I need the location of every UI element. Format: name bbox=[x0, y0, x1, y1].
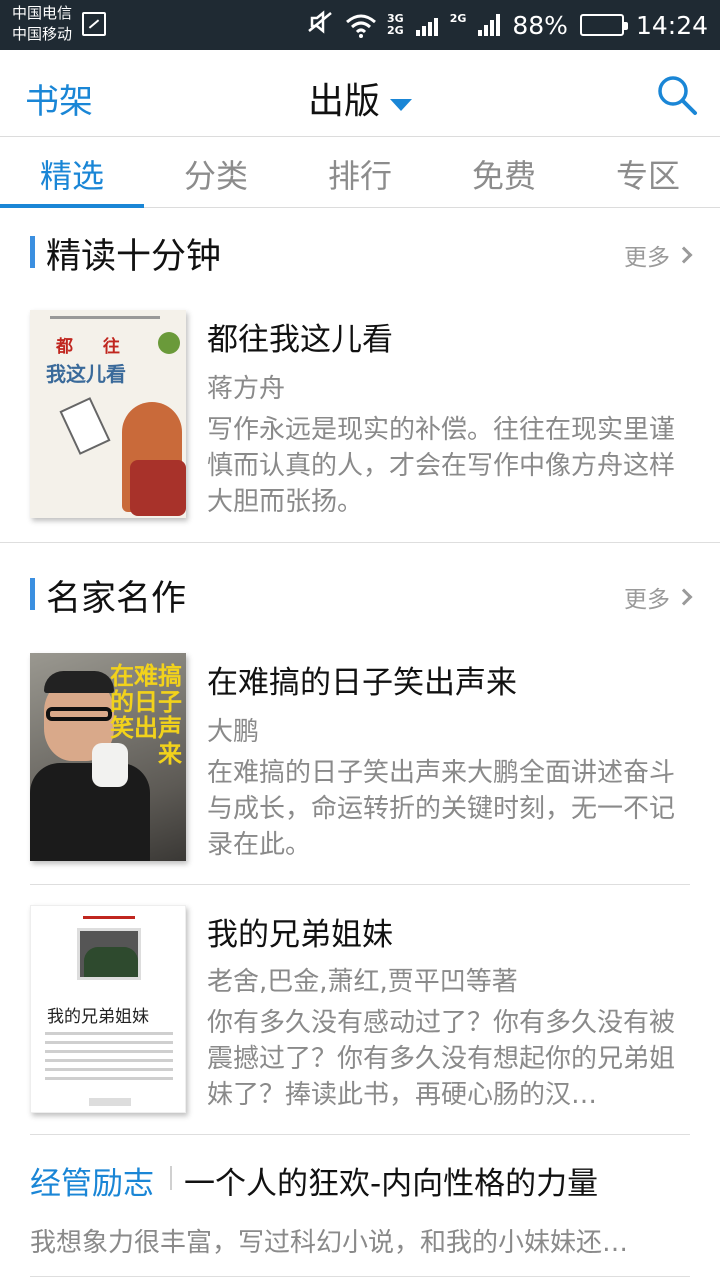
category-label[interactable]: 经管励志 bbox=[30, 1158, 154, 1203]
cover-title-line-2: 我这儿看 bbox=[46, 362, 126, 386]
separator bbox=[170, 1166, 172, 1190]
title-dropdown[interactable]: 出版 bbox=[0, 72, 720, 124]
wifi-icon bbox=[345, 14, 376, 38]
status-bar: 中国电信 中国移动 3G 2G 2G 88% 14:24 bbox=[0, 0, 720, 50]
more-label: 更多 bbox=[624, 587, 670, 613]
tab-bar: 精选 分类 排行 免费 专区 bbox=[0, 138, 720, 208]
tab-free[interactable]: 免费 bbox=[432, 138, 576, 207]
text-list-item[interactable]: 经管励志 一个人的狂欢-内向性格的力量 我想象力很丰富，写过科幻小说，和我的小妹… bbox=[0, 1150, 720, 1270]
book-description: 在难搞的日子笑出声来大鹏全面讲述奋斗与成长，命运转折的关键时刻，无一不记录在此。 bbox=[207, 758, 676, 860]
item-divider bbox=[30, 1276, 690, 1277]
item-title[interactable]: 一个人的狂欢-内向性格的力量 bbox=[184, 1158, 598, 1203]
section-accent-bar bbox=[30, 236, 35, 268]
book-author: 蒋方舟 bbox=[207, 374, 286, 404]
tab-category[interactable]: 分类 bbox=[144, 138, 288, 207]
clock: 14:24 bbox=[635, 10, 708, 40]
book-title[interactable]: 在难搞的日子笑出声来 bbox=[207, 657, 517, 702]
signal-icon bbox=[415, 14, 438, 36]
section-title: 精读十分钟 bbox=[46, 237, 222, 277]
book-item[interactable]: 都 往 我这儿看 都往我这儿看 蒋方舟 写作永远是现实的补偿。往往在现实里谨慎而… bbox=[0, 310, 720, 520]
chevron-right-icon bbox=[675, 588, 693, 606]
book-title[interactable]: 都往我这儿看 bbox=[207, 314, 393, 359]
tab-special[interactable]: 专区 bbox=[576, 138, 720, 207]
book-cover[interactable]: 我的兄弟姐妹 bbox=[30, 905, 186, 1113]
book-title[interactable]: 我的兄弟姐妹 bbox=[207, 909, 393, 954]
item-description: 我想象力很丰富，写过科幻小说，和我的小妹妹还… bbox=[30, 1228, 629, 1258]
page-title: 出版 bbox=[307, 81, 380, 122]
book-cover[interactable]: 在难搞的日子笑出声来 bbox=[30, 653, 186, 861]
cover-title-line-1: 都 往 bbox=[56, 337, 132, 357]
book-cover[interactable]: 都 往 我这儿看 bbox=[30, 310, 186, 518]
app-header: 书架 出版 bbox=[0, 50, 720, 137]
carrier-1: 中国电信 bbox=[12, 4, 73, 22]
carrier-2: 中国移动 bbox=[12, 25, 73, 43]
sim-icon bbox=[82, 12, 106, 36]
more-label: 更多 bbox=[624, 245, 670, 271]
network-type-2: 2G bbox=[450, 13, 467, 37]
book-author: 老舍,巴金,萧红,贾平凹等著 bbox=[207, 967, 518, 997]
search-icon bbox=[658, 76, 697, 115]
cover-title: 在难搞的日子笑出声来 bbox=[110, 662, 182, 768]
section-accent-bar bbox=[30, 578, 35, 610]
net-type-bottom: 2G bbox=[387, 24, 404, 37]
cover-title: 我的兄弟姐妹 bbox=[47, 1007, 149, 1027]
book-author: 大鹏 bbox=[207, 717, 260, 747]
book-item[interactable]: 我的兄弟姐妹 我的兄弟姐妹 老舍,巴金,萧红,贾平凹等著 你有多久没有感动过了？… bbox=[0, 905, 720, 1115]
status-icons: 3G 2G 2G 88% 14:24 bbox=[307, 0, 708, 50]
book-description: 写作永远是现实的补偿。往往在现实里谨慎而认真的人，才会在写作中像方舟这样大胆而张… bbox=[207, 415, 676, 517]
section-header: 名家名作 更多 bbox=[0, 556, 720, 626]
more-link[interactable]: 更多 bbox=[624, 238, 693, 272]
more-link[interactable]: 更多 bbox=[624, 580, 693, 614]
book-item[interactable]: 在难搞的日子笑出声来 在难搞的日子笑出声来 大鹏 在难搞的日子笑出声来大鹏全面讲… bbox=[0, 653, 720, 863]
signal-icon-2 bbox=[478, 14, 501, 36]
chevron-right-icon bbox=[675, 246, 693, 264]
item-divider bbox=[30, 884, 690, 885]
book-description: 你有多久没有感动过了？你有多久没有被震撼过了？你有多久没有想起你的兄弟姐妹了？捧… bbox=[207, 1008, 676, 1110]
network-type: 3G 2G bbox=[387, 13, 404, 37]
battery-icon bbox=[579, 14, 628, 36]
caret-down-icon bbox=[390, 98, 412, 111]
mute-icon bbox=[307, 9, 333, 41]
section-header: 精读十分钟 更多 bbox=[0, 214, 720, 284]
search-button[interactable] bbox=[656, 74, 698, 116]
tab-featured[interactable]: 精选 bbox=[0, 138, 144, 208]
tab-ranking[interactable]: 排行 bbox=[288, 138, 432, 207]
carrier-labels: 中国电信 中国移动 bbox=[12, 3, 72, 45]
section-title: 名家名作 bbox=[46, 579, 187, 619]
item-divider bbox=[30, 1134, 690, 1135]
section-divider bbox=[0, 542, 720, 543]
battery-percent: 88% bbox=[512, 10, 568, 40]
